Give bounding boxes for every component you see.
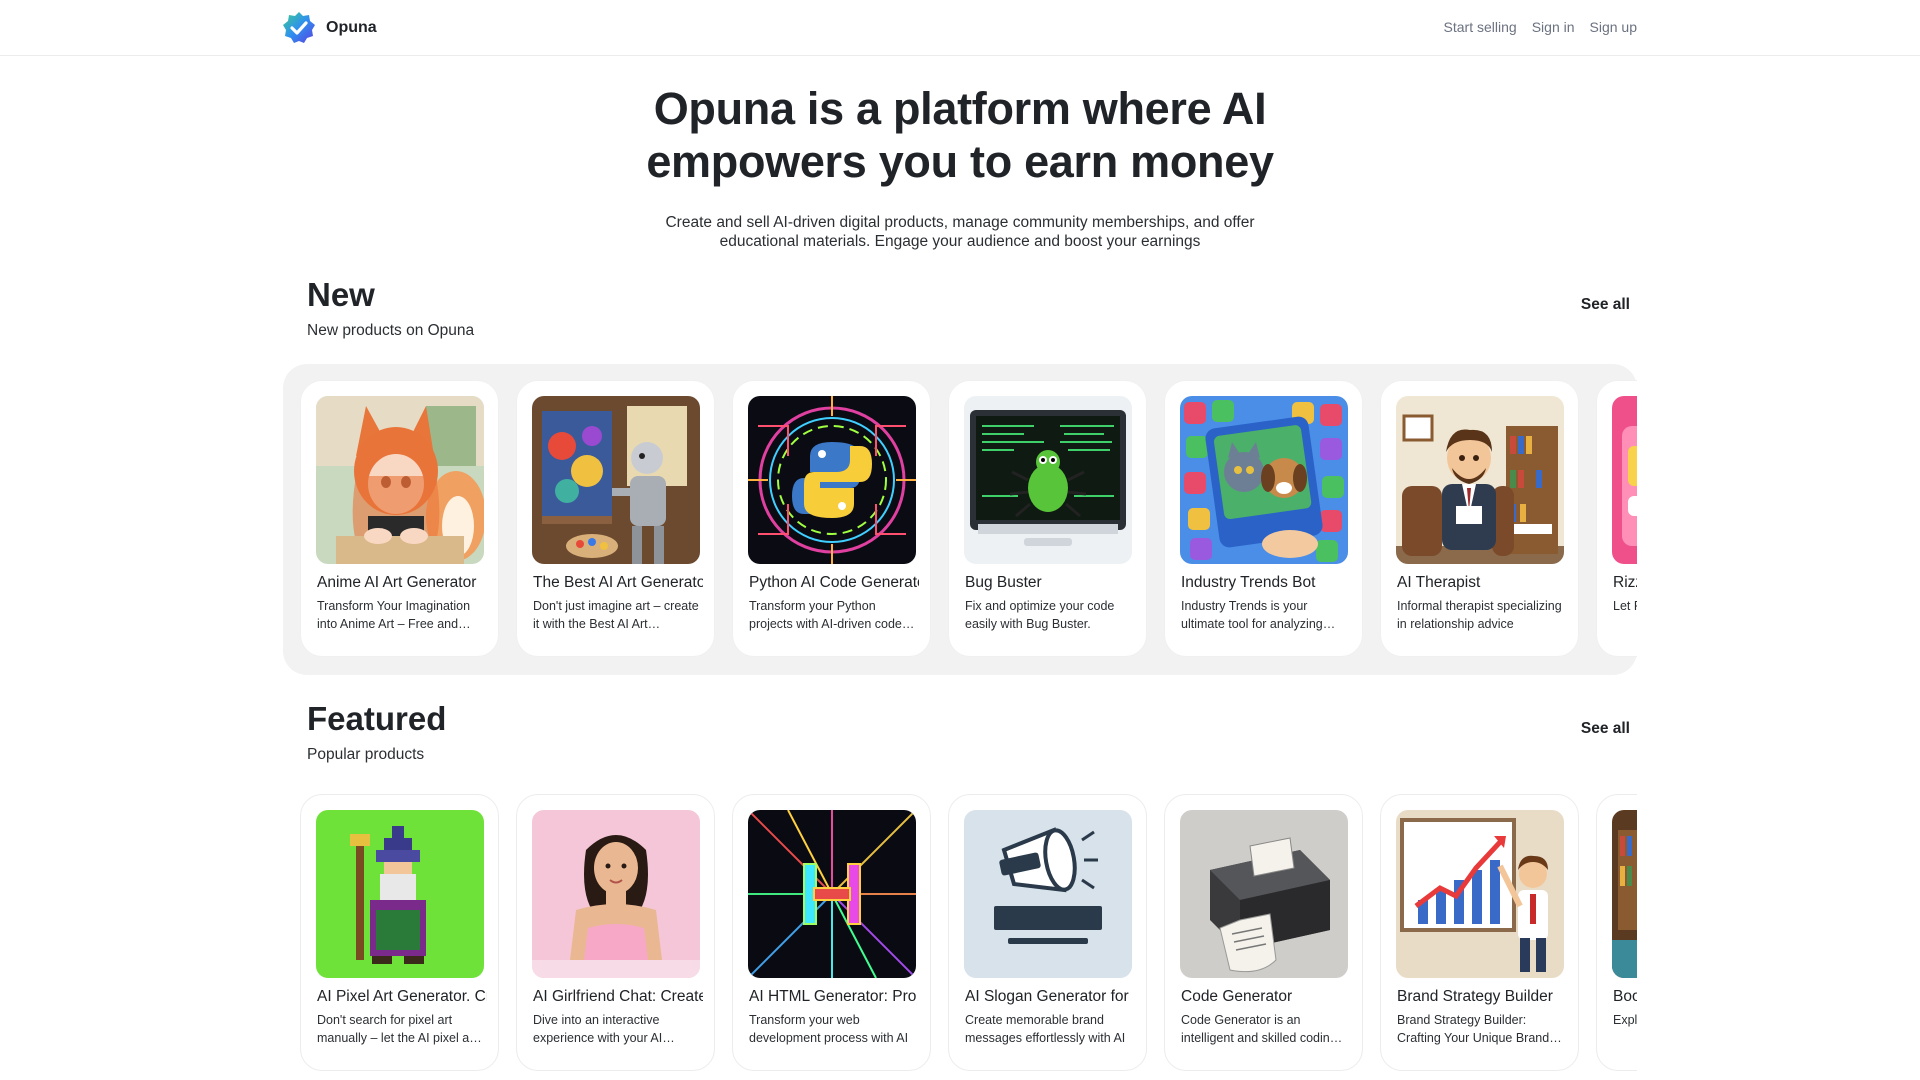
pets-social-likes-image xyxy=(1180,396,1348,564)
receipt-printer-image xyxy=(1180,810,1348,978)
hero-title-line-1: Opuna is a platform where AI xyxy=(653,83,1267,134)
product-description: Transform Your Imagination into Anime Ar… xyxy=(317,599,471,631)
product-description: Let R guide you xyxy=(1613,599,1637,613)
product-description: Dive into an interactive experience with… xyxy=(533,1013,663,1045)
product-card[interactable]: Bug Buster Fix and optimize your code ea… xyxy=(948,380,1147,657)
product-title: Boo xyxy=(1613,988,1637,1005)
start-selling-link[interactable]: Start selling xyxy=(1444,19,1517,35)
new-see-all-link[interactable]: See all xyxy=(1581,296,1630,314)
product-title: AI Girlfriend Chat: Create xyxy=(533,988,703,1005)
header-nav: Start selling Sign in Sign up xyxy=(1444,19,1637,35)
product-card[interactable]: Anime AI Art Generator Transform Your Im… xyxy=(300,380,499,657)
product-description: Don't search for pixel art manually – le… xyxy=(317,1013,477,1045)
new-section-subtitle: New products on Opuna xyxy=(307,322,475,339)
sign-in-link[interactable]: Sign in xyxy=(1532,19,1575,35)
product-title: AI Pixel Art Generator. Create xyxy=(317,988,487,1005)
hero-subtitle: Create and sell AI-driven digital produc… xyxy=(665,214,1255,250)
product-card[interactable]: Python AI Code Generator Transform your … xyxy=(732,380,931,657)
featured-see-all-link[interactable]: See all xyxy=(1581,720,1630,738)
product-title: Brand Strategy Builder xyxy=(1397,988,1553,1005)
product-description: Industry Trends is your ultimate tool fo… xyxy=(1181,599,1323,631)
hero-title: Opuna is a platform where AI empowers yo… xyxy=(0,82,1920,188)
featured-section-title: Featured xyxy=(307,700,447,737)
product-title: Anime AI Art Generator xyxy=(317,574,477,591)
top-navbar: Opuna Start selling Sign in Sign up xyxy=(0,0,1920,56)
anime-fox-girl-image xyxy=(316,396,484,564)
product-card[interactable]: Brand Strategy Builder Brand Strategy Bu… xyxy=(1380,794,1579,1071)
product-title: Rizz xyxy=(1613,574,1637,591)
pink-app-image xyxy=(1612,396,1637,564)
pixel-wizard-image xyxy=(316,810,484,978)
new-section-title: New xyxy=(307,276,375,313)
product-description: Create memorable brand messages effortle… xyxy=(965,1013,1126,1045)
product-card[interactable]: Rizz Let R guide you xyxy=(1596,380,1637,657)
featured-products-carousel[interactable]: AI Pixel Art Generator. Create Don't sea… xyxy=(283,794,1637,1080)
sign-up-link[interactable]: Sign up xyxy=(1590,19,1637,35)
presenter-chart-image xyxy=(1396,810,1564,978)
product-card[interactable]: Boo Expl Liter xyxy=(1596,794,1637,1071)
library-image xyxy=(1612,810,1637,978)
product-card[interactable]: AI HTML Generator: Pro Transform your we… xyxy=(732,794,931,1071)
neon-h-code-image xyxy=(748,810,916,978)
product-card[interactable]: AI Pixel Art Generator. Create Don't sea… xyxy=(300,794,499,1071)
product-card[interactable]: The Best AI Art Generator Don't just ima… xyxy=(516,380,715,657)
product-title: Bug Buster xyxy=(965,574,1042,591)
girl-pink-bg-image xyxy=(532,810,700,978)
product-card[interactable]: Code Generator Code Generator is an inte… xyxy=(1164,794,1363,1071)
bug-monitor-image xyxy=(964,396,1132,564)
python-logo-neon-image xyxy=(748,396,916,564)
product-title: AI HTML Generator: Pro xyxy=(749,988,917,1005)
hero-title-line-2: empowers you to earn money xyxy=(646,136,1274,187)
product-description: Brand Strategy Builder: Crafting Your Un… xyxy=(1397,1013,1550,1045)
product-title: AI Therapist xyxy=(1397,574,1481,591)
product-description: Don't just imagine art – create it with … xyxy=(533,599,699,631)
robot-painter-image xyxy=(532,396,700,564)
featured-section-subtitle: Popular products xyxy=(307,746,425,763)
product-title: Industry Trends Bot xyxy=(1181,574,1316,591)
product-card[interactable]: AI Therapist Informal therapist speciali… xyxy=(1380,380,1579,657)
product-card[interactable]: AI Girlfriend Chat: Create Dive into an … xyxy=(516,794,715,1071)
slogan-megaphone-image xyxy=(964,810,1132,978)
product-card[interactable]: Industry Trends Bot Industry Trends is y… xyxy=(1164,380,1363,657)
product-description: Expl Liter xyxy=(1613,1013,1637,1027)
product-description: Informal therapist specializing in relat… xyxy=(1397,599,1562,631)
product-title: Python AI Code Generator xyxy=(749,574,919,591)
product-description: Fix and optimize your code easily with B… xyxy=(965,599,1115,631)
product-title: Code Generator xyxy=(1181,988,1293,1005)
cartoon-therapist-image xyxy=(1396,396,1564,564)
product-description: Transform your Python projects with AI-d… xyxy=(749,599,902,631)
product-title: AI Slogan Generator for xyxy=(965,988,1129,1005)
product-description: Transform your web development process w… xyxy=(749,1013,909,1045)
product-title: The Best AI Art Generator xyxy=(533,574,703,591)
product-card[interactable]: AI Slogan Generator for Create memorable… xyxy=(948,794,1147,1071)
brand-home-link[interactable]: Opuna xyxy=(282,11,377,45)
opuna-logo-icon xyxy=(283,12,315,43)
new-products-carousel[interactable]: Anime AI Art Generator Transform Your Im… xyxy=(283,380,1637,670)
product-description: Code Generator is an intelligent and ski… xyxy=(1181,1013,1337,1045)
brand-name: Opuna xyxy=(326,19,377,36)
